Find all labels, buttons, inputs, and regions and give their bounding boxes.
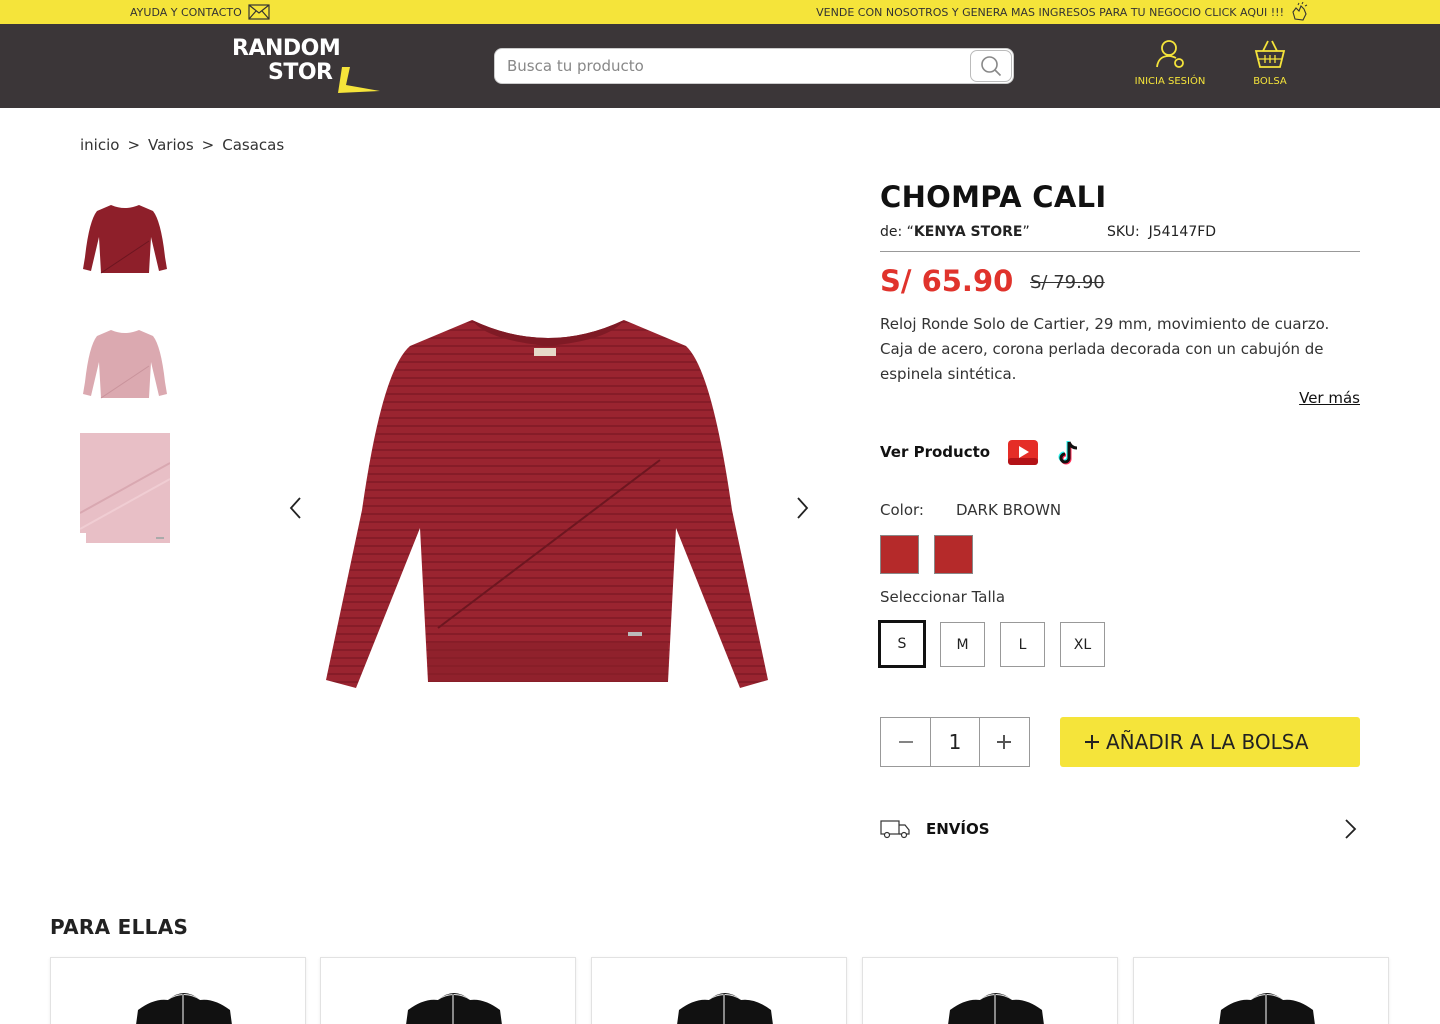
youtube-button[interactable] [1008,440,1038,465]
sweater-thumbnail-image [83,330,167,399]
tiktok-icon [1058,441,1078,465]
shipping-row[interactable]: ENVÍOS [880,813,1360,845]
product-card[interactable] [50,957,306,1024]
bag-label: BOLSA [1253,76,1287,87]
breadcrumb-casacas[interactable]: Casacas [222,136,284,154]
current-price: S/ 65.90 [880,264,1014,298]
size-option-l[interactable]: L [1000,622,1045,667]
search-button[interactable] [970,50,1012,82]
breadcrumb: inicio > Varios > Casacas [80,136,284,154]
clapping-hands-icon [1292,2,1308,21]
login-button[interactable]: INICIA SESIÓN [1128,38,1212,87]
login-label: INICIA SESIÓN [1134,76,1206,87]
random-store-logo[interactable]: RANDOM STOR [232,37,382,97]
next-image-arrow[interactable] [792,495,812,521]
ver-producto-label: Ver Producto [880,443,991,461]
user-icon [1156,40,1184,68]
color-value: DARK BROWN [956,501,1062,519]
sku-label: SKU: [1107,224,1140,240]
truck-icon [880,820,910,839]
breadcrumb-inicio[interactable]: inicio [80,136,119,154]
product-card[interactable] [591,957,847,1024]
chevron-right-icon [797,497,809,519]
hoodie-image [677,993,773,1024]
product-title: CHOMPA CALI [880,180,1107,214]
chevron-right-icon [1345,819,1357,839]
color-swatch-2[interactable] [934,535,973,574]
color-swatch-1[interactable] [880,535,919,574]
product-main-image [320,310,776,695]
product-description: Reloj Ronde Solo de Cartier, 29 mm, movi… [880,315,1330,383]
product-vendor: de: “KENYA STORE” [880,224,1030,240]
sell-with-us-label: VENDE CON NOSOTROS Y GENERA MAS INGRESOS… [816,5,1284,19]
title-divider [880,251,1360,252]
decrease-quantity-button[interactable] [881,718,930,766]
mail-icon [248,4,270,20]
size-option-m[interactable]: M [940,622,985,667]
search-icon [981,56,1002,77]
color-label: Color: [880,501,924,519]
quantity-stepper: 1 [880,717,1030,767]
thumbnail-pink-detail[interactable] [80,433,170,543]
section-title: PARA ELLAS [50,915,189,939]
plus-icon [997,735,1012,749]
red-sweater-image [326,320,768,688]
hoodie-image [136,993,232,1024]
previous-image-arrow[interactable] [286,495,306,521]
vendor-suffix: ” [1022,224,1030,240]
breadcrumb-separator: > [201,136,215,154]
vendor-prefix: de: “ [880,224,914,240]
product-card[interactable] [862,957,1118,1024]
search-box [494,48,1014,84]
bag-button[interactable]: BOLSA [1240,38,1300,87]
chevron-left-icon [289,497,301,519]
search-input[interactable] [495,49,965,83]
add-to-bag-button[interactable]: AÑADIR A LA BOLSA [1060,717,1360,767]
tiktok-button[interactable] [1058,440,1080,466]
old-price: S/ 79.90 [1030,272,1105,293]
hoodie-image [948,993,1044,1024]
add-to-bag-label: AÑADIR A LA BOLSA [1106,730,1309,754]
breadcrumb-separator: > [127,136,141,154]
hoodie-image [406,993,502,1024]
logo-line-1: RANDOM [232,36,341,61]
shipping-label: ENVÍOS [926,820,990,838]
increase-quantity-button[interactable] [980,718,1029,766]
thumbnail-pink-sweater[interactable] [80,308,170,418]
vendor-name[interactable]: KENYA STORE [914,224,1023,240]
help-contact-label: AYUDA Y CONTACTO [130,5,242,19]
top-bar: AYUDA Y CONTACTO VENDE CON NOSOTROS Y GE… [0,0,1440,24]
logo-lightning-icon [338,67,380,93]
sell-with-us-link[interactable]: VENDE CON NOSOTROS Y GENERA MAS INGRESOS… [816,0,1310,24]
quantity-value[interactable]: 1 [930,718,980,766]
product-card[interactable] [1133,957,1389,1024]
fabric-detail-image [80,433,170,543]
plus-icon [1085,735,1099,749]
product-card[interactable] [320,957,576,1024]
breadcrumb-varios[interactable]: Varios [148,136,194,154]
main-header: RANDOM STOR INICIA SESIÓN BOLSA [0,24,1440,108]
basket-icon [1254,40,1286,68]
product-sku: SKU: J54147FD [1107,224,1216,240]
size-label: Seleccionar Talla [880,588,1006,606]
sweater-thumbnail-image [83,205,167,274]
ver-mas-link[interactable]: Ver más [1299,389,1360,407]
size-option-xl[interactable]: XL [1060,622,1105,667]
sku-value: J54147FD [1148,224,1217,240]
size-option-s[interactable]: S [878,620,926,668]
help-contact-link[interactable]: AYUDA Y CONTACTO [130,0,270,24]
hoodie-image [1219,993,1315,1024]
youtube-icon [1008,440,1038,465]
minus-icon [898,741,913,743]
thumbnail-red-sweater[interactable] [80,183,170,293]
